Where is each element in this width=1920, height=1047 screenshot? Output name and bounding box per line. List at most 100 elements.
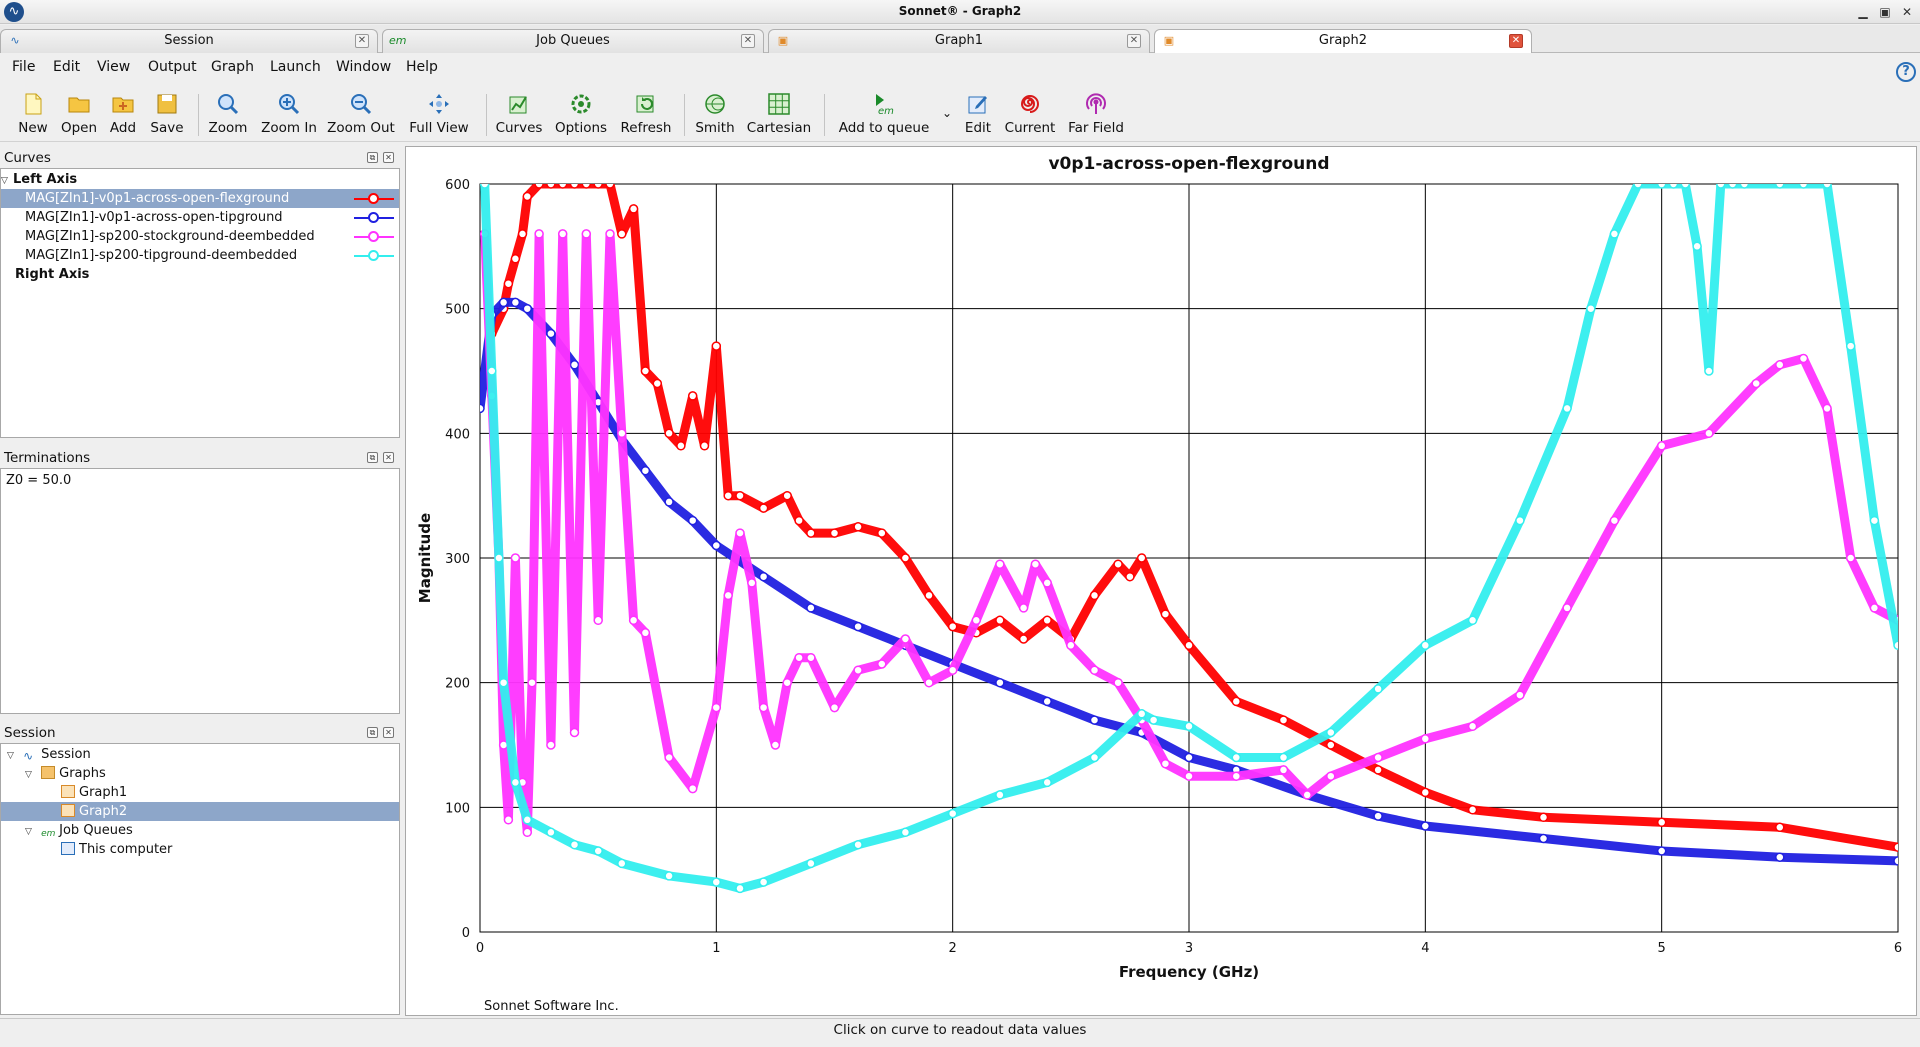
data-point[interactable] (664, 428, 674, 439)
data-point[interactable] (1692, 241, 1702, 252)
data-point[interactable] (806, 603, 816, 613)
data-point[interactable] (900, 634, 911, 644)
data-point[interactable] (1562, 603, 1572, 613)
data-point[interactable] (794, 652, 804, 663)
data-point[interactable] (1373, 684, 1383, 694)
close-window-icon[interactable]: ✕ (1898, 4, 1916, 20)
menu-output[interactable]: Output (148, 59, 197, 75)
data-point[interactable] (758, 877, 769, 887)
data-point[interactable] (1089, 752, 1100, 763)
close-panel-icon[interactable]: ✕ (383, 452, 394, 463)
data-point[interactable] (770, 740, 781, 750)
data-point[interactable] (900, 827, 911, 838)
data-point[interactable] (947, 808, 958, 819)
data-point[interactable] (581, 229, 592, 239)
data-point[interactable] (557, 180, 568, 189)
tab-graph1[interactable]: ▣ Graph1 ✕ (768, 29, 1150, 53)
data-point[interactable] (877, 659, 887, 669)
data-point[interactable] (617, 229, 627, 239)
add-to-queue-dropdown[interactable]: ⌄ (938, 86, 956, 142)
data-point[interactable] (758, 571, 769, 582)
data-point[interactable] (1869, 603, 1880, 613)
data-point[interactable] (640, 366, 651, 376)
data-point[interactable] (498, 677, 509, 688)
data-point[interactable] (480, 180, 490, 189)
tab-graph2[interactable]: ▣ Graph2 ✕ (1154, 29, 1532, 53)
close-panel-icon[interactable]: ✕ (383, 727, 394, 738)
data-point[interactable] (806, 858, 816, 869)
data-point[interactable] (723, 490, 733, 501)
data-point[interactable] (503, 815, 514, 825)
data-point[interactable] (829, 702, 840, 713)
curve-item[interactable]: MAG[ZIn1]-v0p1-across-open-tipground (1, 208, 399, 227)
data-point[interactable] (995, 615, 1005, 626)
data-point[interactable] (1278, 765, 1289, 775)
data-point[interactable] (806, 652, 816, 663)
data-point[interactable] (1798, 180, 1809, 189)
data-point[interactable] (1467, 615, 1478, 626)
magnitude-chart[interactable]: 0 1 2 3 4 5 6 0 100 200 300 400 500 600 v0p1-across-op… (406, 147, 1916, 1015)
add-to-queue-button[interactable]: em Add to queue (832, 86, 936, 142)
curves-button[interactable]: Curves (494, 86, 544, 142)
data-point[interactable] (1302, 790, 1312, 800)
data-point[interactable] (494, 553, 504, 563)
left-axis-group[interactable]: ▽ Left Axis (1, 170, 399, 189)
data-point[interactable] (782, 490, 792, 501)
curve-item[interactable]: MAG[ZIn1]-v0p1-across-open-flexground (1, 189, 399, 208)
data-point[interactable] (877, 528, 887, 538)
menu-view[interactable]: View (97, 59, 130, 75)
data-point[interactable] (971, 615, 982, 626)
data-point[interactable] (1278, 715, 1289, 725)
close-tab-icon[interactable]: ✕ (741, 34, 755, 48)
data-point[interactable] (995, 559, 1005, 569)
float-panel-icon[interactable]: ⧉ (367, 727, 378, 738)
data-point[interactable] (1326, 740, 1336, 750)
data-point[interactable] (664, 497, 674, 507)
float-panel-icon[interactable]: ⧉ (367, 152, 378, 163)
data-point[interactable] (617, 858, 627, 869)
curve-item[interactable]: MAG[ZIn1]-sp200-tipground-deembedded (1, 246, 399, 265)
menu-window[interactable]: Window (336, 59, 391, 75)
data-point[interactable] (503, 278, 514, 289)
data-point[interactable] (1042, 696, 1052, 707)
data-point[interactable] (735, 528, 745, 538)
data-point[interactable] (1668, 180, 1679, 189)
data-point[interactable] (1125, 571, 1135, 582)
close-tab-icon[interactable]: ✕ (1127, 34, 1141, 48)
data-point[interactable] (546, 827, 556, 838)
data-point[interactable] (947, 665, 958, 675)
menu-launch[interactable]: Launch (270, 59, 321, 75)
curve-item[interactable]: MAG[ZIn1]-sp200-stockground-deembedded (1, 227, 399, 246)
data-point[interactable] (924, 677, 934, 688)
data-point[interactable] (527, 677, 537, 688)
tree-item-job-queues[interactable]: ▽ em Job Queues (1, 821, 399, 840)
data-point[interactable] (1609, 515, 1620, 526)
menu-help[interactable]: Help (406, 59, 438, 75)
tree-item-graphs[interactable]: ▽ Graphs (1, 764, 399, 783)
data-point[interactable] (1030, 559, 1041, 569)
data-point[interactable] (924, 590, 934, 601)
data-point[interactable] (546, 740, 556, 750)
data-point[interactable] (853, 621, 863, 632)
data-point[interactable] (1184, 752, 1194, 763)
cartesian-button[interactable]: Cartesian (744, 86, 814, 142)
data-point[interactable] (1822, 180, 1832, 189)
data-point[interactable] (1680, 180, 1691, 189)
data-point[interactable] (569, 839, 580, 850)
tab-session[interactable]: ∿ Session ✕ (0, 29, 378, 53)
data-point[interactable] (664, 752, 674, 763)
zoom-button[interactable]: Zoom (206, 86, 250, 142)
data-point[interactable] (687, 515, 698, 526)
current-button[interactable]: Current (1002, 86, 1058, 142)
data-point[interactable] (1798, 353, 1809, 364)
data-point[interactable] (605, 180, 615, 189)
data-point[interactable] (1869, 515, 1880, 526)
data-point[interactable] (1467, 721, 1478, 732)
data-point[interactable] (1136, 553, 1147, 563)
data-point[interactable] (1845, 341, 1856, 351)
full-view-button[interactable]: Full View (406, 86, 472, 142)
data-point[interactable] (711, 877, 722, 887)
data-point[interactable] (546, 180, 556, 189)
add-button[interactable]: Add (104, 86, 142, 142)
data-point[interactable] (593, 615, 603, 626)
